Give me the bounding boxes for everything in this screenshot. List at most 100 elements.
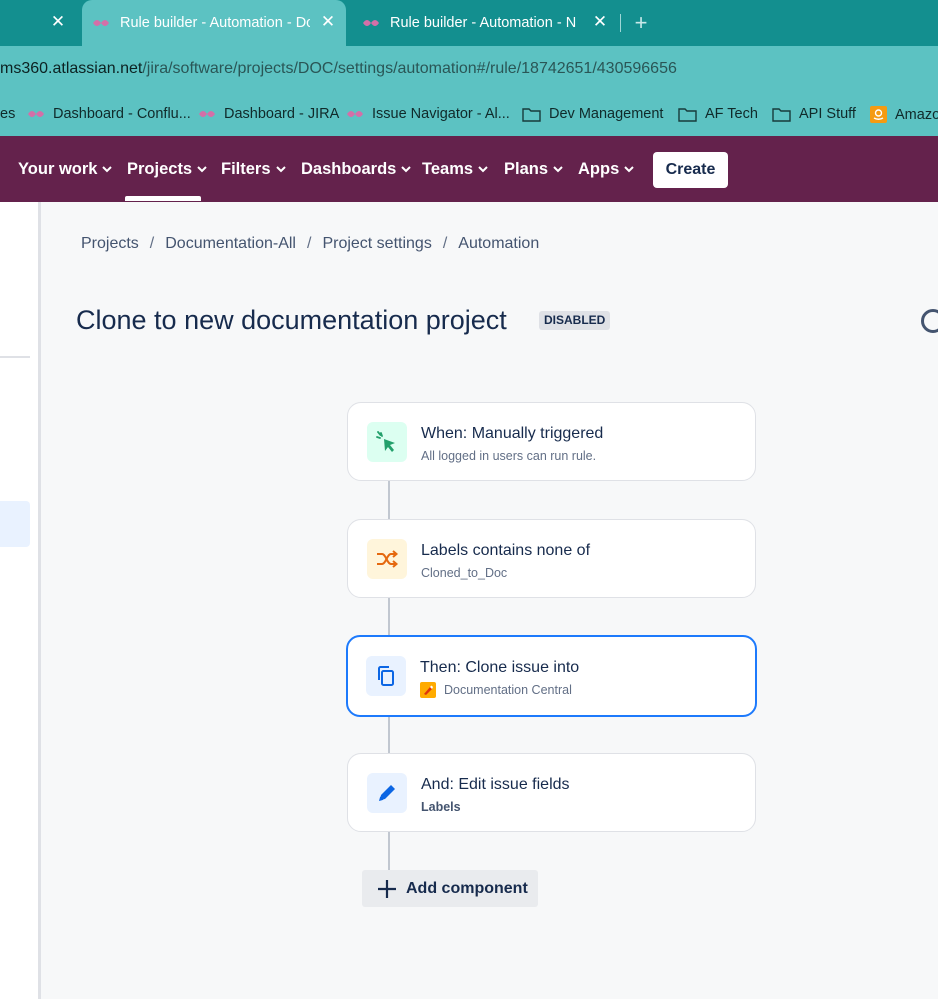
breadcrumb-project-settings[interactable]: Project settings xyxy=(322,235,431,253)
breadcrumb: Projects / Documentation-All / Project s… xyxy=(81,235,539,253)
browser-tab-active[interactable]: Rule builder - Automation - Documentatio… xyxy=(82,0,346,46)
nav-label: Your work xyxy=(18,160,98,178)
cursor-click-icon xyxy=(376,431,395,452)
nav-teams[interactable]: Teams xyxy=(422,160,488,179)
component-title: And: Edit issue fields xyxy=(421,776,570,793)
component-action-edit[interactable]: And: Edit issue fields Labels xyxy=(347,753,756,832)
status-badge: DISABLED xyxy=(539,311,611,330)
bookmark-item[interactable]: Amazon xyxy=(870,106,938,123)
pencil-icon xyxy=(379,785,395,801)
folder-icon xyxy=(678,107,697,122)
breadcrumb-projects[interactable]: Projects xyxy=(81,235,139,253)
browser-tab-strip: ✕ Rule builder - Automation - Documentat… xyxy=(0,0,938,46)
nav-plans[interactable]: Plans xyxy=(504,160,563,179)
new-tab-button[interactable]: + xyxy=(630,10,652,36)
atlassian-icon xyxy=(93,20,109,26)
sidebar-item-selected[interactable] xyxy=(0,501,30,547)
breadcrumb-separator: / xyxy=(442,235,448,252)
nav-label: Teams xyxy=(422,160,474,178)
component-title: Labels contains none of xyxy=(421,542,591,559)
bookmark-item[interactable]: Dashboard - JIRA xyxy=(198,106,339,122)
nav-dashboards[interactable]: Dashboards xyxy=(301,160,412,179)
amazon-icon xyxy=(870,106,887,123)
component-title: Then: Clone issue into xyxy=(420,659,580,676)
bookmark-label: es xyxy=(0,106,16,122)
component-subtitle: Documentation Central xyxy=(420,682,572,698)
flow-connector xyxy=(388,481,390,520)
breadcrumb-separator: / xyxy=(306,235,312,252)
folder-icon xyxy=(772,107,791,122)
chevron-down-icon xyxy=(197,166,207,173)
tab-title: Rule builder - Automation - Nikita xyxy=(390,15,576,31)
component-icon-wrap xyxy=(367,773,407,813)
close-icon[interactable]: ✕ xyxy=(48,12,68,32)
shuffle-icon xyxy=(377,550,399,568)
nav-your-work[interactable]: Your work xyxy=(18,160,113,179)
component-icon-wrap xyxy=(367,539,407,579)
browser-tab-left[interactable] xyxy=(0,0,80,46)
nav-label: Projects xyxy=(127,160,193,178)
bookmark-item[interactable]: es xyxy=(0,106,15,122)
component-icon-wrap xyxy=(367,422,407,462)
component-action-clone[interactable]: Then: Clone issue into Documentation Cen… xyxy=(346,635,757,717)
close-icon[interactable]: ✕ xyxy=(590,12,610,32)
bookmarks-bar: es Dashboard - Conflu... Dashboard - JIR… xyxy=(0,96,938,136)
component-subtitle: Labels xyxy=(421,800,461,814)
tab-separator xyxy=(620,14,621,32)
bookmark-label: AF Tech xyxy=(705,106,758,122)
nav-label: Dashboards xyxy=(301,160,397,178)
plus-icon xyxy=(378,879,396,898)
copy-icon xyxy=(378,666,394,686)
bookmark-item[interactable]: Issue Navigator - Al... xyxy=(346,106,510,122)
bookmark-label: Amazon xyxy=(895,106,938,123)
project-name: Documentation Central xyxy=(444,683,572,697)
atlassian-icon xyxy=(28,111,44,117)
component-icon-wrap xyxy=(366,656,406,696)
bookmark-item[interactable]: Dashboard - Conflu... xyxy=(27,106,191,122)
bookmark-label: Dev Management xyxy=(549,106,664,122)
nav-label: Filters xyxy=(221,160,271,178)
component-trigger[interactable]: When: Manually triggered All logged in u… xyxy=(347,402,756,481)
address-bar[interactable]: ms360.atlassian.net/jira/software/projec… xyxy=(0,46,938,96)
url-host: ms360.atlassian.net xyxy=(0,60,143,77)
chevron-down-icon xyxy=(553,166,563,173)
bookmark-label: Dashboard - JIRA xyxy=(224,106,340,122)
atlassian-icon xyxy=(363,20,379,26)
breadcrumb-documentation-all[interactable]: Documentation-All xyxy=(165,235,296,253)
component-subtitle: All logged in users can run rule. xyxy=(421,449,597,463)
url-path: /jira/software/projects/DOC/settings/aut… xyxy=(142,60,677,77)
url-text[interactable]: ms360.atlassian.net/jira/software/projec… xyxy=(0,60,677,78)
atlassian-icon xyxy=(199,111,215,117)
toggle-icon[interactable] xyxy=(921,309,938,333)
breadcrumb-automation[interactable]: Automation xyxy=(458,235,539,253)
nav-projects[interactable]: Projects xyxy=(127,160,207,179)
left-sidebar xyxy=(0,202,38,999)
bookmark-label: API Stuff xyxy=(799,106,856,122)
nav-active-indicator xyxy=(125,196,201,201)
chevron-down-icon xyxy=(624,166,634,173)
browser-tab[interactable]: Rule builder - Automation - Nikita xyxy=(354,0,586,46)
sidebar-resize-handle[interactable] xyxy=(38,202,41,999)
nav-label: Apps xyxy=(578,160,620,178)
chevron-down-icon xyxy=(275,166,286,173)
atlassian-icon xyxy=(347,111,363,117)
flow-connector xyxy=(388,832,390,871)
bookmark-label: Dashboard - Conflu... xyxy=(53,106,191,122)
nav-label: Plans xyxy=(504,160,549,178)
chevron-down-icon xyxy=(401,166,412,173)
close-icon[interactable]: ✕ xyxy=(318,12,338,32)
bookmark-item[interactable]: Dev Management xyxy=(522,106,663,122)
folder-icon xyxy=(522,107,541,122)
component-condition[interactable]: Labels contains none of Cloned_to_Doc xyxy=(347,519,756,598)
chevron-down-icon xyxy=(102,166,113,173)
add-component-button[interactable]: Add component xyxy=(362,870,538,907)
create-button[interactable]: Create xyxy=(653,152,728,188)
component-title: When: Manually triggered xyxy=(421,425,604,442)
bookmark-label: Issue Navigator - Al... xyxy=(372,106,510,122)
tab-title: Rule builder - Automation - Documentatio… xyxy=(120,15,310,31)
nav-filters[interactable]: Filters xyxy=(221,160,286,179)
nav-apps[interactable]: Apps xyxy=(578,160,634,179)
bookmark-item[interactable]: API Stuff xyxy=(772,106,856,122)
bookmark-item[interactable]: AF Tech xyxy=(678,106,758,122)
rule-title[interactable]: Clone to new documentation project xyxy=(76,305,507,336)
